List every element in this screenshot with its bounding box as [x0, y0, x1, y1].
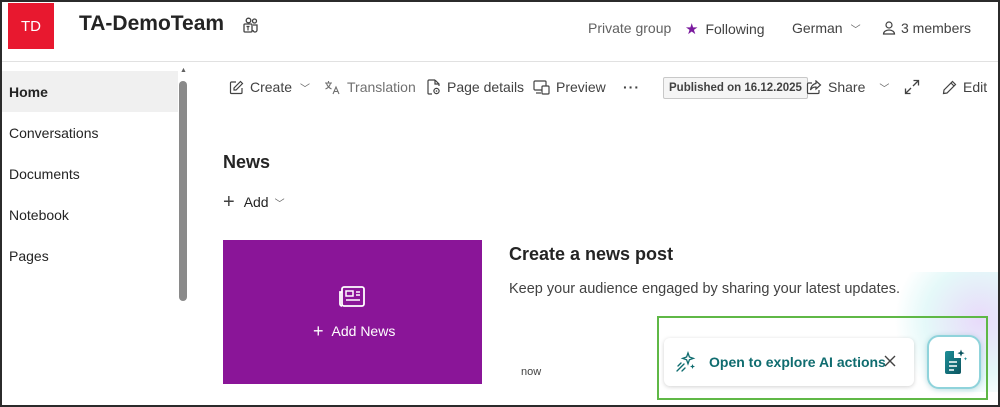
sidebar-item-pages[interactable]: Pages: [2, 235, 178, 276]
page-details-label: Page details: [447, 79, 525, 95]
news-heading: News: [223, 152, 271, 172]
sidebar-scrollbar[interactable]: [179, 81, 187, 301]
following-label: Following: [705, 21, 765, 37]
language-dropdown[interactable]: German ﹀: [792, 20, 861, 36]
language-label: German: [792, 20, 843, 36]
preview-label: Preview: [556, 79, 606, 95]
ai-actions-callout[interactable]: Open to explore AI actions: [664, 338, 914, 386]
app-frame: TD TA-DemoTeam Private group ★ Following…: [0, 0, 1000, 407]
translation-button[interactable]: Translation: [324, 79, 416, 95]
sidebar-item-documents[interactable]: Documents: [2, 153, 178, 194]
star-icon: ★: [685, 21, 699, 38]
share-label: Share: [828, 79, 866, 95]
members-button[interactable]: 3 members: [882, 20, 971, 36]
news-post-description: Keep your audience engaged by sharing yo…: [509, 281, 900, 297]
page-gear-icon: [427, 79, 440, 95]
preview-button[interactable]: Preview: [533, 79, 606, 95]
pencil-square-icon: [229, 80, 244, 94]
add-news-label-row: + Add News: [313, 322, 395, 340]
teams-icon[interactable]: [242, 17, 260, 35]
sidebar-item-home[interactable]: Home: [2, 71, 178, 112]
chevron-down-icon: ﹀: [850, 24, 861, 36]
left-navigation: Home Conversations Documents Notebook Pa…: [2, 63, 192, 405]
share-icon: [806, 79, 822, 94]
create-label: Create: [250, 79, 293, 95]
news-post-title: Create a news post: [509, 244, 674, 264]
ai-callout-text: Open to explore AI actions: [709, 354, 886, 370]
plus-icon: +: [313, 321, 324, 341]
sidebar-item-conversations[interactable]: Conversations: [2, 112, 178, 153]
add-news-dropdown[interactable]: + Add ﹀: [223, 192, 285, 212]
following-button[interactable]: ★ Following: [685, 20, 765, 38]
page-details-button[interactable]: Page details: [426, 79, 524, 95]
translation-label: Translation: [347, 79, 416, 95]
preview-icon: [533, 79, 550, 95]
chevron-down-icon: ﹀: [879, 83, 890, 95]
more-options-button[interactable]: ···: [623, 79, 640, 95]
edit-label: Edit: [963, 79, 988, 95]
expand-button[interactable]: [904, 79, 926, 95]
site-header: TD TA-DemoTeam Private group ★ Following…: [2, 2, 998, 62]
edit-button[interactable]: Edit: [942, 79, 987, 95]
ai-document-icon: [945, 349, 968, 374]
chevron-down-icon: ﹀: [300, 83, 311, 95]
close-icon[interactable]: [883, 354, 897, 368]
chevron-down-icon: ﹀: [274, 198, 285, 210]
sparkle-icon: [676, 351, 696, 372]
plus-icon: +: [223, 191, 235, 213]
privacy-label: Private group: [588, 20, 672, 36]
sidebar-item-notebook[interactable]: Notebook: [2, 194, 178, 235]
translate-icon: [325, 80, 340, 94]
ai-actions-button[interactable]: [927, 335, 981, 389]
members-label: 3 members: [901, 20, 972, 36]
command-bar: Create ﹀ Translation Page details Previe…: [192, 63, 998, 113]
add-news-label: Add News: [331, 323, 396, 339]
create-button[interactable]: Create ﹀: [229, 79, 310, 95]
pencil-icon: [942, 80, 957, 94]
news-timestamp: now: [521, 366, 542, 378]
share-button[interactable]: Share ﹀: [806, 79, 889, 95]
site-logo[interactable]: TD: [8, 3, 54, 49]
add-label: Add: [243, 194, 269, 210]
site-title[interactable]: TA-DemoTeam: [79, 12, 224, 36]
published-badge: Published on 16.12.2025: [663, 77, 808, 99]
expand-icon: [904, 79, 920, 95]
scroll-up-icon[interactable]: ▲: [180, 67, 187, 74]
news-icon: [339, 286, 365, 307]
person-icon: [882, 21, 896, 35]
add-news-tile[interactable]: + Add News: [223, 240, 482, 384]
